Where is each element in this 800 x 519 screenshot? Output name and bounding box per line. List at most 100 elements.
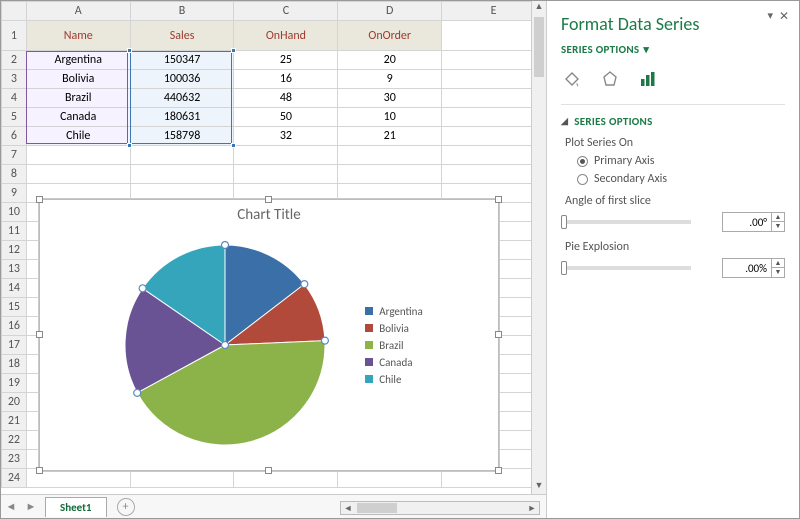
cell-D3[interactable]: 9 (338, 70, 442, 89)
scroll-thumb[interactable] (534, 17, 544, 77)
cell-E6[interactable] (442, 127, 546, 146)
row-header-3[interactable]: 3 (2, 70, 27, 89)
row-header-5[interactable]: 5 (2, 108, 27, 127)
scroll-up-button[interactable]: ▲ (535, 1, 544, 15)
cell-D8[interactable] (338, 165, 442, 184)
resize-handle[interactable] (265, 467, 272, 474)
row-header-1[interactable]: 1 (2, 21, 27, 51)
cell-D7[interactable] (338, 146, 442, 165)
col-header-E[interactable]: E (442, 2, 546, 21)
row-header-16[interactable]: 16 (2, 317, 27, 336)
close-pane-button[interactable]: ✕ (779, 9, 789, 24)
cell-A6[interactable]: Chile (26, 127, 130, 146)
cell-B24[interactable] (130, 469, 234, 488)
cell-B3[interactable]: 100036 (130, 70, 234, 89)
cell-D2[interactable]: 20 (338, 51, 442, 70)
row-header-22[interactable]: 22 (2, 431, 27, 450)
resize-handle[interactable] (36, 467, 43, 474)
cell-A3[interactable]: Bolivia (26, 70, 130, 89)
resize-handle[interactable] (265, 196, 272, 203)
row-header-4[interactable]: 4 (2, 89, 27, 108)
add-sheet-button[interactable]: + (117, 498, 135, 516)
select-all-cell[interactable] (2, 2, 27, 21)
row-header-6[interactable]: 6 (2, 127, 27, 146)
series-handle[interactable] (134, 389, 141, 396)
angle-input[interactable] (723, 213, 771, 231)
legend-item-canada[interactable]: Canada (365, 356, 422, 369)
cell-E5[interactable] (442, 108, 546, 127)
tab-nav-next[interactable]: ► (21, 500, 41, 513)
col-header-B[interactable]: B (130, 2, 234, 21)
cell-C24[interactable] (234, 469, 338, 488)
cell-C4[interactable]: 48 (234, 89, 338, 108)
cell-B1[interactable]: Sales (130, 21, 234, 51)
resize-handle[interactable] (495, 196, 502, 203)
resize-handle[interactable] (36, 331, 43, 338)
legend-item-bolivia[interactable]: Bolivia (365, 322, 422, 335)
cell-C3[interactable]: 16 (234, 70, 338, 89)
cell-E2[interactable] (442, 51, 546, 70)
row-header-18[interactable]: 18 (2, 355, 27, 374)
cell-A7[interactable] (26, 146, 130, 165)
slider-knob[interactable] (561, 261, 567, 275)
spin-down[interactable]: ▼ (772, 268, 784, 277)
cell-A4[interactable]: Brazil (26, 89, 130, 108)
tab-nav-prev[interactable]: ◄ (1, 500, 21, 513)
scroll-thumb[interactable] (357, 503, 397, 513)
series-handle[interactable] (222, 342, 229, 349)
cell-B2[interactable]: 150347 (130, 51, 234, 70)
embedded-chart[interactable]: Chart Title ArgentinaBoliviaBrazilCanada… (39, 199, 499, 471)
row-header-2[interactable]: 2 (2, 51, 27, 70)
cell-D6[interactable]: 21 (338, 127, 442, 146)
row-header-17[interactable]: 17 (2, 336, 27, 355)
explosion-spinner[interactable]: ▲▼ (722, 258, 785, 278)
pane-options-icon[interactable]: ▾ (767, 9, 773, 22)
cell-C1[interactable]: OnHand (234, 21, 338, 51)
slider-knob[interactable] (561, 215, 567, 229)
col-header-D[interactable]: D (338, 2, 442, 21)
cell-E3[interactable] (442, 70, 546, 89)
pie-chart[interactable] (115, 235, 335, 455)
angle-spinner[interactable]: ▲▼ (722, 212, 785, 232)
cell-C8[interactable] (234, 165, 338, 184)
selection-handle[interactable] (231, 48, 236, 53)
sheet-tab[interactable]: Sheet1 (45, 497, 107, 517)
cell-E4[interactable] (442, 89, 546, 108)
cell-E7[interactable] (442, 146, 546, 165)
effects-icon[interactable] (599, 68, 621, 90)
row-header-10[interactable]: 10 (2, 203, 27, 222)
cell-E8[interactable] (442, 165, 546, 184)
cell-D1[interactable]: OnOrder (338, 21, 442, 51)
explosion-slider[interactable] (561, 266, 691, 270)
series-options-section[interactable]: ◢ SERIES OPTIONS (561, 115, 785, 128)
scroll-down-button[interactable]: ▼ (535, 480, 544, 494)
row-header-7[interactable]: 7 (2, 146, 27, 165)
cell-D24[interactable] (338, 469, 442, 488)
row-header-11[interactable]: 11 (2, 222, 27, 241)
cell-A1[interactable]: Name (26, 21, 130, 51)
row-header-13[interactable]: 13 (2, 260, 27, 279)
row-header-19[interactable]: 19 (2, 374, 27, 393)
row-header-9[interactable]: 9 (2, 184, 27, 203)
selection-handle[interactable] (127, 48, 132, 53)
spin-down[interactable]: ▼ (772, 222, 784, 231)
primary-axis-radio[interactable]: Primary Axis (577, 154, 785, 168)
cell-C7[interactable] (234, 146, 338, 165)
row-header-23[interactable]: 23 (2, 450, 27, 469)
scroll-left-button[interactable]: ◄ (341, 503, 355, 514)
row-header-24[interactable]: 24 (2, 469, 27, 488)
series-handle[interactable] (322, 337, 329, 344)
resize-handle[interactable] (495, 467, 502, 474)
row-header-8[interactable]: 8 (2, 165, 27, 184)
cell-C5[interactable]: 50 (234, 108, 338, 127)
cell-C6[interactable]: 32 (234, 127, 338, 146)
resize-handle[interactable] (36, 196, 43, 203)
chart-title[interactable]: Chart Title (40, 206, 498, 224)
cell-B5[interactable]: 180631 (130, 108, 234, 127)
row-header-15[interactable]: 15 (2, 298, 27, 317)
resize-handle[interactable] (495, 331, 502, 338)
explosion-input[interactable] (723, 259, 771, 277)
cell-A2[interactable]: Argentina (26, 51, 130, 70)
row-header-14[interactable]: 14 (2, 279, 27, 298)
row-header-12[interactable]: 12 (2, 241, 27, 260)
